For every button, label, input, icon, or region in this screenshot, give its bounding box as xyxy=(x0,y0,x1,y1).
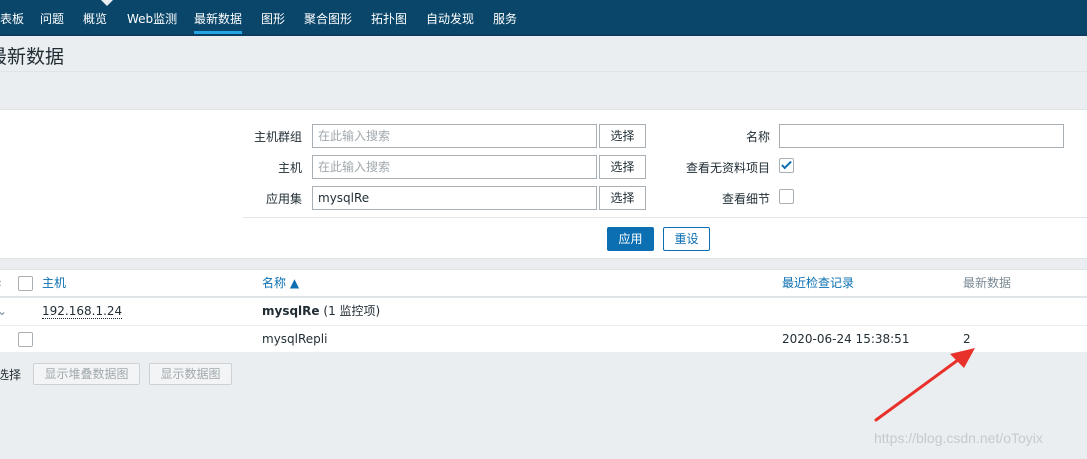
nav-item-services[interactable]: 服务 xyxy=(493,0,517,36)
filter-divider xyxy=(243,217,1087,218)
nav-item-latest-data[interactable]: 最新数据 xyxy=(194,0,243,36)
column-header-last-value: 最新数据 xyxy=(963,276,1012,290)
select-all-checkbox[interactable] xyxy=(18,276,33,291)
nav-item-overview[interactable]: 概览 xyxy=(83,0,107,36)
host-group-select-button[interactable]: 选择 xyxy=(599,124,646,148)
name-input[interactable] xyxy=(779,124,1064,148)
nav-item-discovery[interactable]: 自动发现 xyxy=(426,0,474,36)
table-row: mysqlRepli 2020-06-24 15:38:51 2 xyxy=(0,326,1087,353)
collapse-all-icon[interactable]: ‹ xyxy=(0,270,2,297)
selection-label: 选择 xyxy=(0,368,22,382)
host-group-input[interactable] xyxy=(312,124,597,148)
title-bar: 最新数据 xyxy=(0,36,1087,72)
last-value-cell: 2 xyxy=(963,332,971,346)
application-cell: mysqlRe (1 监控项) xyxy=(262,298,380,325)
nav-item-screens[interactable]: 聚合图形 xyxy=(304,0,352,36)
column-header-last-check[interactable]: 最近检查记录 xyxy=(782,270,854,297)
application-name: mysqlRe xyxy=(262,304,320,318)
top-navigation: 表板 问题 概览 Web监测 最新数据 图形 聚合图形 拓扑图 自动发现 服务 xyxy=(0,0,1087,36)
last-check-cell: 2020-06-24 15:38:51 xyxy=(782,332,910,346)
host-link[interactable]: 192.168.1.24 xyxy=(42,304,123,319)
application-select-button[interactable]: 选择 xyxy=(599,186,646,210)
nav-item-problems[interactable]: 问题 xyxy=(40,0,64,36)
row-checkbox[interactable] xyxy=(18,332,33,347)
column-header-name[interactable]: 名称 ▲ xyxy=(262,270,299,297)
host-label: 主机 xyxy=(277,161,302,175)
display-graph-button[interactable]: 显示数据图 xyxy=(149,363,232,385)
name-label: 名称 xyxy=(745,130,770,144)
show-items-without-data-checkbox[interactable] xyxy=(779,158,794,173)
host-input[interactable] xyxy=(312,155,597,179)
display-stacked-graph-button[interactable]: 显示堆叠数据图 xyxy=(33,363,140,385)
host-group-label: 主机群组 xyxy=(253,130,302,144)
nav-item-web-monitoring[interactable]: Web监测 xyxy=(127,0,177,36)
item-name-cell: mysqlRepli xyxy=(262,332,328,346)
host-select-button[interactable]: 选择 xyxy=(599,155,646,179)
table-header-row: ‹ 主机 名称 ▲ 最近检查记录 最新数据 xyxy=(0,270,1087,298)
nav-item-maps[interactable]: 拓扑图 xyxy=(371,0,407,36)
host-cell[interactable]: 192.168.1.24 xyxy=(42,298,123,325)
show-details-checkbox[interactable] xyxy=(779,189,794,204)
latest-data-table: ‹ 主机 名称 ▲ 最近检查记录 最新数据 ⌄ 192.168.1.24 mys… xyxy=(0,269,1087,352)
filter-panel: 主机群组 选择 主机 选择 应用集 选择 名称 查看无资料项目 查看细节 应用 … xyxy=(0,109,1087,259)
show-items-without-data-label: 查看无资料项目 xyxy=(685,161,770,175)
table-row: ⌄ 192.168.1.24 mysqlRe (1 监控项) xyxy=(0,298,1087,326)
checkmark-icon xyxy=(781,158,792,170)
annotation-arrow-shaft xyxy=(874,358,960,422)
application-label: 应用集 xyxy=(265,192,302,206)
expand-toggle-icon[interactable]: ⌄ xyxy=(0,298,7,325)
show-details-label: 查看细节 xyxy=(721,192,770,206)
apply-button[interactable]: 应用 xyxy=(607,227,654,251)
watermark: https://blog.csdn.net/oToyix xyxy=(874,430,1043,446)
reset-button[interactable]: 重设 xyxy=(663,227,710,251)
application-item-count: (1 监控项) xyxy=(323,304,381,318)
page-title: 最新数据 xyxy=(0,46,65,68)
nav-item-graphs[interactable]: 图形 xyxy=(261,0,285,36)
column-header-host[interactable]: 主机 xyxy=(42,270,66,297)
nav-item-dashboard[interactable]: 表板 xyxy=(0,0,24,36)
application-input[interactable] xyxy=(312,186,597,210)
